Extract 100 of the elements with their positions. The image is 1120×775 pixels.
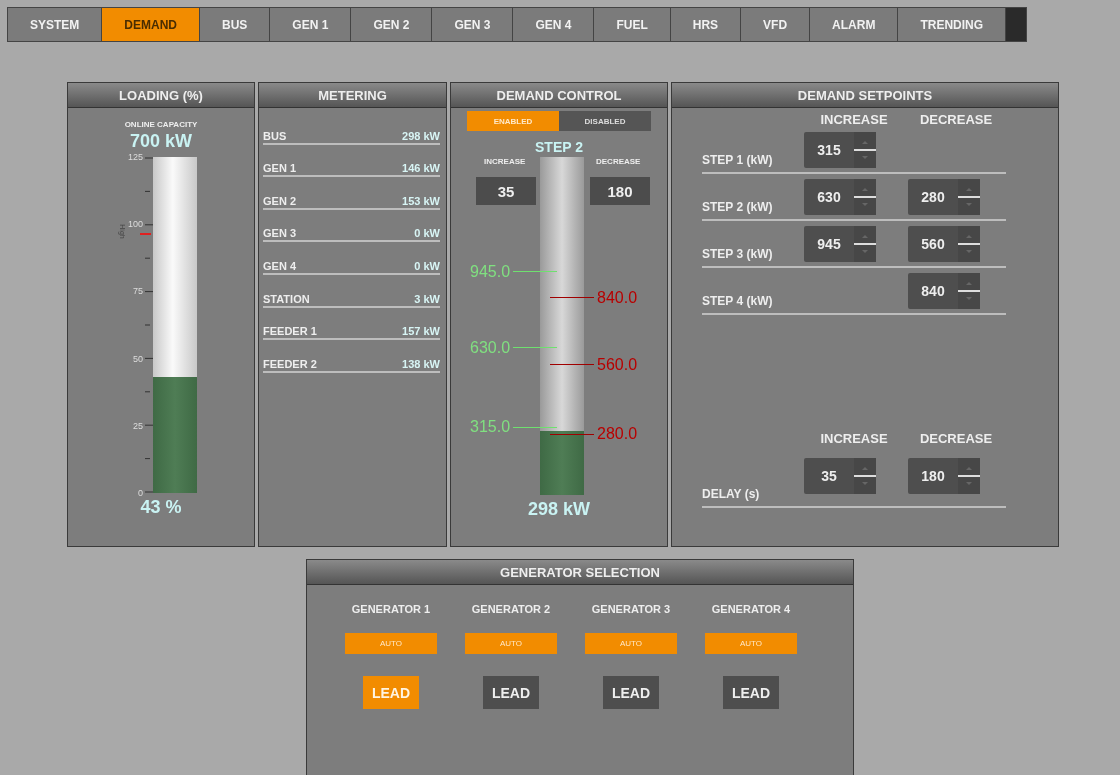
spin-arrows-icon[interactable] [958, 272, 980, 309]
column-header: DECREASE [919, 112, 993, 127]
nav-tab[interactable]: ALARM [809, 7, 898, 42]
step-label: STEP 1 (kW) [702, 153, 773, 167]
spinner-value: 945 [816, 234, 842, 254]
meter-value: 157 kW [402, 325, 440, 338]
panel-title: DEMAND SETPOINTS [797, 87, 933, 103]
decrease-setpoint: 840.0 [597, 288, 638, 307]
nav-tab[interactable]: FUEL [593, 7, 670, 42]
tab-bar-end [1005, 7, 1028, 42]
decrease-setpoint: 280.0 [597, 425, 638, 444]
nav-tab[interactable]: BUS [199, 7, 270, 42]
spin-arrows-icon[interactable] [854, 458, 876, 494]
increase-setpoint: 945.0 [470, 262, 511, 281]
spinner-value: 180 [920, 467, 946, 486]
step-label: STEP 2 [535, 139, 583, 155]
number-spinner[interactable]: 630 [804, 178, 876, 215]
panel-title: METERING [318, 87, 387, 103]
nav-tab[interactable]: GEN 3 [431, 7, 513, 42]
meter-label: BUS [263, 129, 287, 142]
number-spinner[interactable]: 560 [908, 225, 980, 262]
meter-value: 3 kW [414, 292, 440, 305]
column-header: DECREASE [919, 431, 993, 446]
panel-title: DEMAND CONTROL [496, 87, 622, 103]
generator-label: GENERATOR 1 [351, 603, 431, 615]
lead-button[interactable]: LEAD [363, 676, 419, 709]
scale-label: 75 [133, 286, 143, 297]
spin-arrows-icon[interactable] [854, 178, 876, 215]
step-label: STEP 2 (kW) [702, 200, 773, 214]
increase-setpoint: 315.0 [470, 418, 511, 437]
spinner-value: 840 [920, 281, 946, 301]
meter-value: 138 kW [402, 357, 440, 370]
increase-setpoint: 630.0 [470, 338, 511, 357]
decrease-setpoint: 560.0 [597, 355, 638, 374]
spinner-value: 315 [816, 140, 842, 160]
spinner-value: 560 [920, 234, 946, 254]
meter-label: GEN 4 [263, 259, 296, 272]
number-spinner[interactable]: 945 [804, 225, 876, 262]
number-spinner[interactable]: 315 [804, 131, 876, 168]
auto-button[interactable]: AUTO [345, 633, 437, 654]
auto-button[interactable]: AUTO [585, 633, 677, 654]
step-label: STEP 3 (kW) [702, 247, 773, 261]
mode-toggle[interactable]: ENABLED [467, 111, 559, 131]
meter-label: GEN 3 [263, 227, 296, 240]
nav-tab[interactable]: VFD [740, 7, 810, 42]
auto-button[interactable]: AUTO [705, 633, 797, 654]
scale-label: 50 [133, 353, 143, 364]
auto-button[interactable]: AUTO [465, 633, 557, 654]
meter-label: FEEDER 1 [263, 325, 317, 338]
decrease-delay: 180 [590, 177, 650, 205]
spinner-value: 35 [820, 467, 838, 486]
nav-tab[interactable]: SYSTEM [7, 7, 102, 42]
loading-reading: 43 % [140, 497, 182, 518]
lead-button[interactable]: LEAD [483, 676, 539, 709]
spin-arrows-icon[interactable] [958, 178, 980, 215]
spinner-value: 280 [920, 187, 946, 207]
nav-tab[interactable]: TRENDING [897, 7, 1006, 42]
nav-tab[interactable]: GEN 1 [269, 7, 351, 42]
capacity-label: ONLINE CAPACITY [124, 120, 198, 129]
scale-label: 100 [127, 219, 143, 230]
column-header: INCREASE [820, 112, 888, 127]
meter-value: 298 kW [402, 129, 440, 142]
demand-reading: 298 kW [527, 499, 590, 520]
spin-arrows-icon[interactable] [958, 225, 980, 262]
generator-label: GENERATOR 4 [711, 603, 791, 615]
meter-value: 153 kW [402, 194, 440, 207]
scale-label: 25 [133, 420, 143, 431]
meter-label: GEN 1 [263, 162, 296, 175]
increase-delay: 35 [476, 177, 536, 205]
generator-label: GENERATOR 2 [471, 603, 551, 615]
spin-arrows-icon[interactable] [854, 131, 876, 168]
number-spinner[interactable]: 280 [908, 178, 980, 215]
step-label: STEP 4 (kW) [702, 294, 773, 308]
number-spinner[interactable]: 840 [908, 272, 980, 309]
mode-toggle[interactable]: DISABLED [559, 111, 651, 131]
meter-label: GEN 2 [263, 194, 296, 207]
delay-label: DELAY (s) [702, 487, 760, 501]
panel-title: LOADING (%) [119, 87, 203, 103]
nav-tab[interactable]: GEN 2 [350, 7, 432, 42]
number-spinner[interactable]: 180 [908, 458, 980, 494]
spinner-value: 630 [816, 187, 842, 207]
nav-tab[interactable]: GEN 4 [512, 7, 594, 42]
nav-tab[interactable]: DEMAND [101, 7, 199, 42]
scale-label: 125 [127, 152, 143, 162]
panel-title: GENERATOR SELECTION [500, 564, 660, 580]
generator-label: GENERATOR 3 [591, 603, 671, 615]
column-header: INCREASE [820, 431, 888, 446]
increase-label: INCREASE [484, 157, 526, 166]
decrease-label: DECREASE [596, 157, 641, 166]
spin-arrows-icon[interactable] [958, 458, 980, 494]
meter-label: STATION [263, 292, 310, 305]
meter-value: 0 kW [414, 227, 440, 240]
meter-value: 0 kW [414, 259, 440, 272]
lead-button[interactable]: LEAD [723, 676, 779, 709]
nav-tab[interactable]: HRS [669, 7, 741, 42]
meter-value: 146 kW [402, 162, 440, 175]
meter-label: FEEDER 2 [263, 357, 317, 370]
number-spinner[interactable]: 35 [804, 458, 876, 494]
spin-arrows-icon[interactable] [854, 225, 876, 262]
lead-button[interactable]: LEAD [603, 676, 659, 709]
